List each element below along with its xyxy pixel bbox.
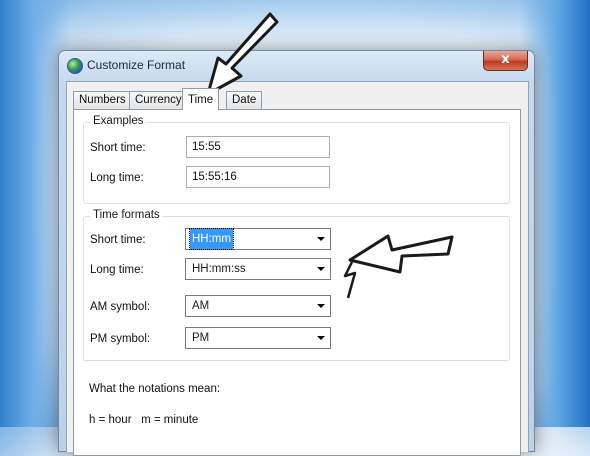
dialog-client-area: Numbers Currency Time Date Examples Shor… bbox=[66, 81, 529, 456]
globe-icon bbox=[67, 58, 83, 74]
time-formats-group: Time formats Short time: HH:mm Long time… bbox=[83, 209, 510, 361]
examples-group: Examples Short time: 15:55 Long time: 15… bbox=[83, 115, 510, 204]
example-short-time-label: Short time: bbox=[90, 142, 146, 154]
short-time-format-value[interactable]: HH:mm bbox=[189, 228, 234, 250]
examples-group-title: Examples bbox=[90, 115, 147, 127]
example-short-time-field: 15:55 bbox=[186, 136, 330, 158]
chevron-down-icon[interactable] bbox=[317, 336, 325, 340]
am-symbol-label: AM symbol: bbox=[90, 301, 151, 313]
short-time-format-label: Short time: bbox=[90, 234, 146, 246]
am-symbol-value[interactable]: AM bbox=[190, 296, 211, 316]
tab-currency[interactable]: Currency bbox=[129, 91, 188, 109]
short-time-format-combo[interactable]: HH:mm bbox=[185, 228, 331, 250]
pm-symbol-value[interactable]: PM bbox=[190, 328, 211, 348]
title-bar[interactable]: Customize Format x bbox=[59, 51, 534, 81]
time-formats-group-title: Time formats bbox=[90, 209, 163, 221]
long-time-format-label: Long time: bbox=[90, 264, 144, 276]
close-icon: x bbox=[501, 52, 510, 67]
notation-line-1: h = hour m = minute bbox=[89, 414, 199, 426]
notation-heading: What the notations mean: bbox=[89, 383, 221, 395]
example-long-time-field: 15:55:16 bbox=[186, 166, 330, 188]
chevron-down-icon[interactable] bbox=[317, 267, 325, 271]
tab-date[interactable]: Date bbox=[226, 91, 263, 109]
long-time-format-value[interactable]: HH:mm:ss bbox=[190, 259, 248, 279]
pm-symbol-label: PM symbol: bbox=[90, 333, 151, 345]
window-title: Customize Format bbox=[87, 58, 186, 72]
chevron-down-icon[interactable] bbox=[317, 237, 325, 241]
customize-format-dialog: Customize Format x Numbers Currency Time… bbox=[58, 50, 535, 456]
chevron-down-icon[interactable] bbox=[317, 304, 325, 308]
close-button[interactable]: x bbox=[483, 51, 528, 71]
time-tab-panel: Examples Short time: 15:55 Long time: 15… bbox=[73, 109, 521, 456]
pm-symbol-combo[interactable]: PM bbox=[185, 327, 331, 349]
long-time-format-combo[interactable]: HH:mm:ss bbox=[185, 258, 331, 280]
am-symbol-combo[interactable]: AM bbox=[185, 295, 331, 317]
tab-numbers[interactable]: Numbers bbox=[73, 91, 132, 109]
tab-time[interactable]: Time bbox=[182, 88, 220, 110]
example-long-time-label: Long time: bbox=[90, 172, 144, 184]
